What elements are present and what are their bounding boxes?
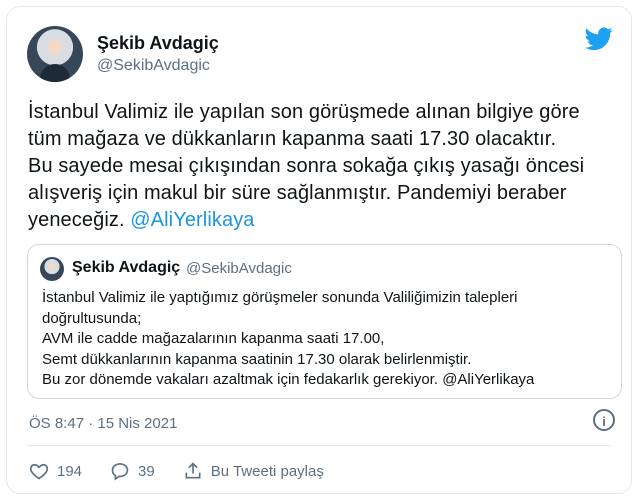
share-label: Bu Tweeti paylaş xyxy=(210,462,324,480)
share-icon xyxy=(185,462,201,479)
like-button[interactable]: 194 xyxy=(29,461,82,481)
quoted-line: AVM ile cadde mağazalarının kapanma saat… xyxy=(42,330,385,347)
reply-count: 39 xyxy=(138,462,155,480)
avatar[interactable] xyxy=(27,26,83,82)
quoted-avatar xyxy=(40,257,64,281)
reply-icon xyxy=(111,463,129,481)
mention-link[interactable]: @AliYerlikaya xyxy=(130,209,254,231)
info-icon[interactable]: i xyxy=(593,409,615,431)
author-name[interactable]: Şekib Avdagiç xyxy=(97,33,219,54)
tweet-line-text: yeneceğiz. xyxy=(28,209,131,231)
quoted-line: doğrultusunda; xyxy=(42,309,142,327)
reply-button[interactable]: 39 xyxy=(110,461,155,481)
divider xyxy=(27,445,611,446)
twitter-bird-icon[interactable] xyxy=(585,27,613,51)
timestamp[interactable]: ÖS 8:47 · 15 Nis 2021 xyxy=(29,415,177,432)
heart-icon xyxy=(29,463,49,480)
share-button[interactable]: Bu Tweeti paylaş xyxy=(183,461,324,481)
quoted-author-handle: @SekibAvdagic xyxy=(186,260,292,277)
quoted-text: İstanbul Valimiz ile yaptığımız görüşmel… xyxy=(42,288,612,391)
tweet-line: tüm mağaza ve dükkanların kapanma saati … xyxy=(28,128,557,150)
tweet-text: İstanbul Valimiz ile yapılan son görüşme… xyxy=(28,99,618,234)
quoted-line: Semt dükkanlarının kapanma saatinin 17.3… xyxy=(42,350,472,368)
tweet-line: alışveriş için makul bir süre sağlanmışt… xyxy=(28,182,567,204)
quoted-line: Bu zor dönemde vakaları azaltmak için fe… xyxy=(42,371,535,388)
tweet-line: yeneceğiz. @AliYerlikaya xyxy=(28,207,618,234)
like-count: 194 xyxy=(57,462,83,480)
tweet-line: Bu sayede mesai çıkışından sonra sokağa … xyxy=(28,155,585,177)
quoted-line: İstanbul Valimiz ile yaptığımız görüşmel… xyxy=(42,289,518,306)
quoted-author-name: Şekib Avdagiç xyxy=(72,259,181,276)
tweet-card: Şekib Avdagiç @SekibAvdagic İstanbul Val… xyxy=(6,6,632,494)
action-bar: 194 39 Bu Tweeti paylaş xyxy=(29,461,352,481)
quoted-tweet[interactable]: Şekib Avdagiç @SekibAvdagic İstanbul Val… xyxy=(27,244,622,399)
author-handle[interactable]: @SekibAvdagic xyxy=(97,57,210,75)
tweet-line: İstanbul Valimiz ile yapılan son görüşme… xyxy=(28,101,580,123)
